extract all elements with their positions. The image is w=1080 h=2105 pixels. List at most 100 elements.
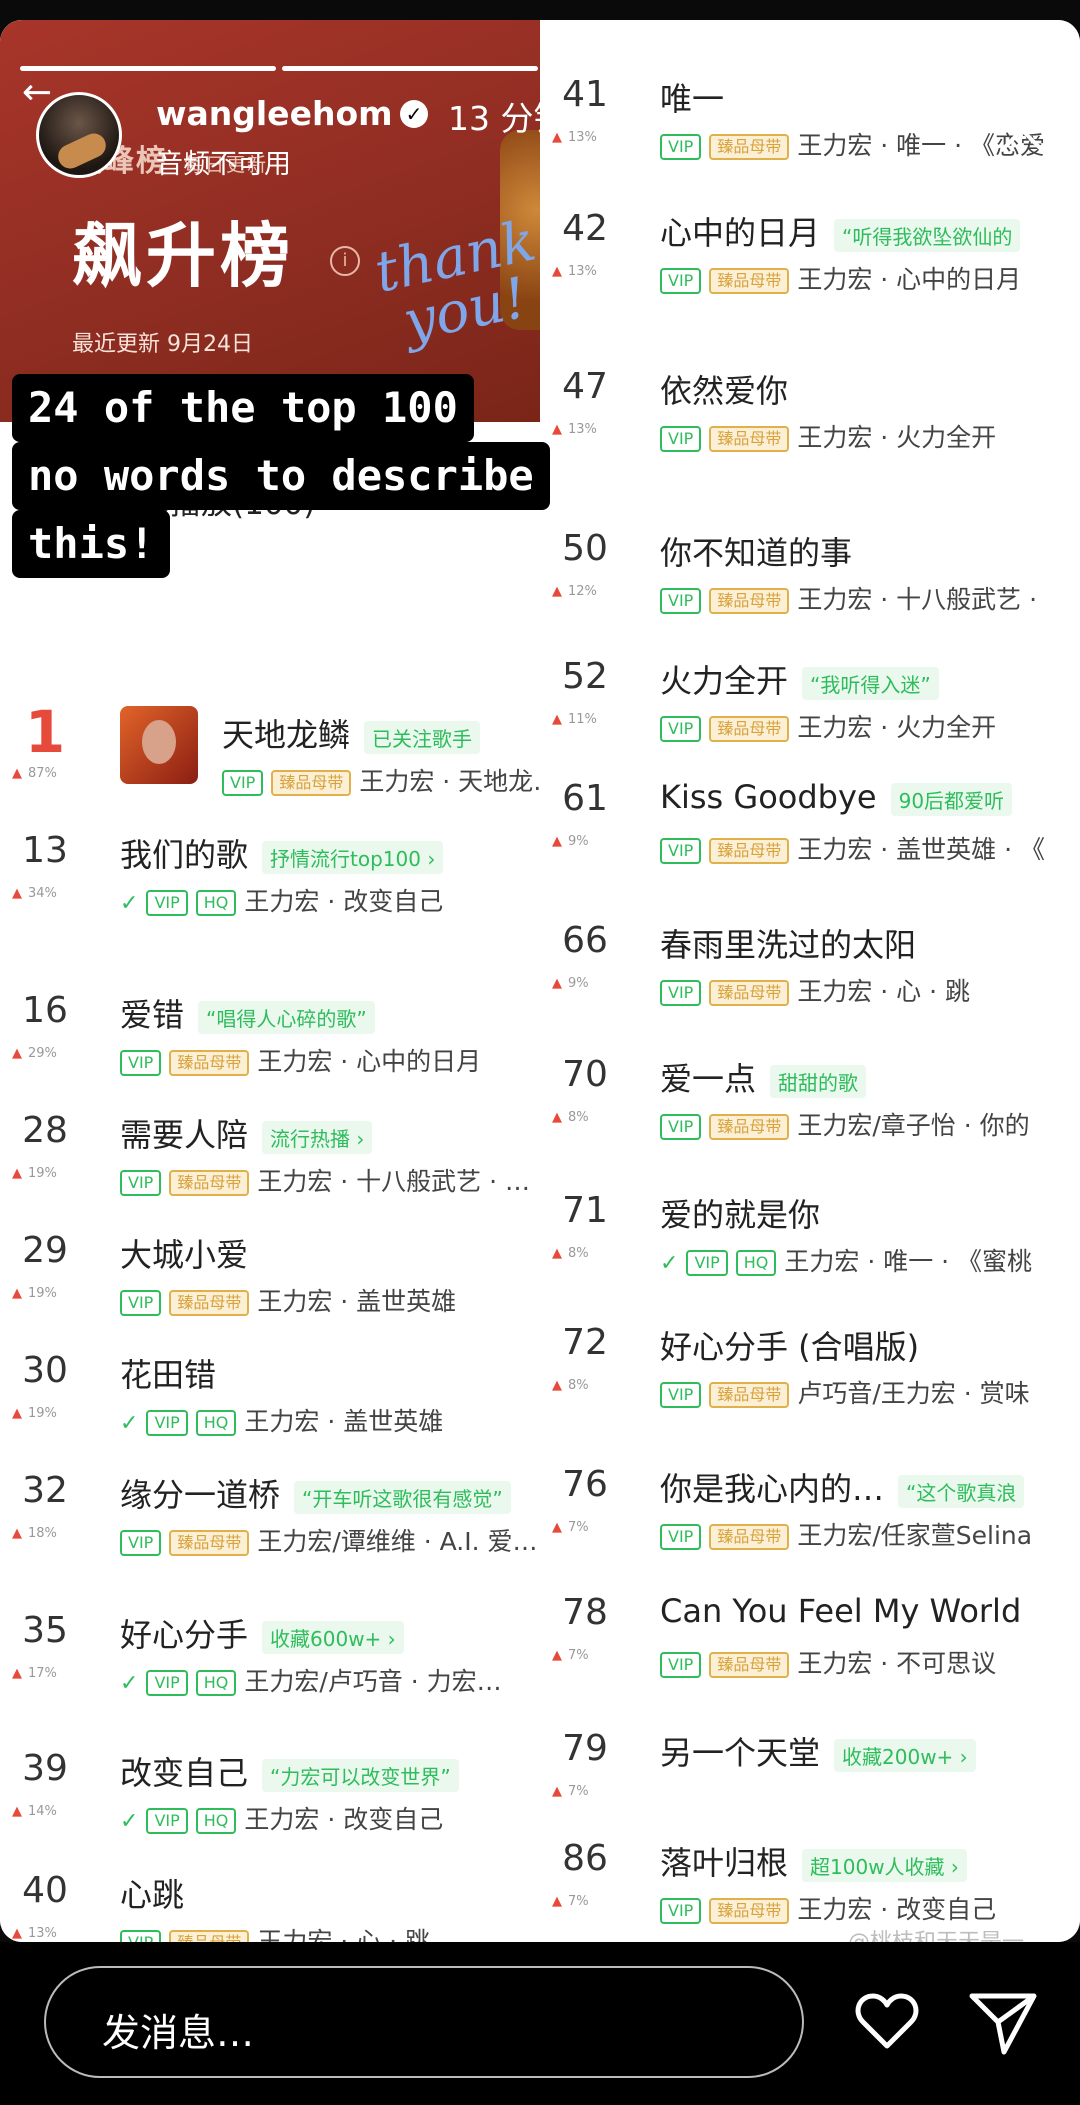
- vip-badge: VIP: [146, 1670, 188, 1696]
- song-meta: ✓ VIP HQ 王力宏 · 改变自己: [120, 1800, 443, 1836]
- song-row[interactable]: 66 ▲ 9% 春雨里洗过的太阳 VIP 臻品母带 王力宏 · 心 · 跳: [540, 910, 1080, 1020]
- song-row[interactable]: 39 ▲ 14% 改变自己 “力宏可以改变世界” ✓ VIP HQ 王力宏 · 改变自己: [0, 1738, 540, 1848]
- album-cover: [120, 706, 198, 784]
- vip-badge: VIP: [660, 716, 702, 742]
- song-row[interactable]: 32 ▲ 18% 缘分一道桥 “开车听这歌很有感觉” VIP 臻品母带 王力宏/谭维维 · A…: [0, 1460, 540, 1570]
- song-row[interactable]: 30 ▲ 19% 花田错 ✓ VIP HQ 王力宏 · 盖世英雄: [0, 1340, 540, 1450]
- song-tag: 超100w人收藏 ›: [802, 1848, 967, 1882]
- song-meta: VIP 臻品母带王力宏 · 心 · 跳: [660, 972, 970, 1008]
- rank-change: ▲ 87%: [12, 766, 57, 781]
- song-title: 花田错: [120, 1356, 217, 1394]
- hq-badge: HQ: [195, 1670, 237, 1696]
- song-row[interactable]: 50 ▲ 12% 你不知道的事 VIP 臻品母带 王力宏 · 十八般武艺 ·: [540, 518, 1080, 628]
- song-title: 我们的歌 抒情流行top100 ›: [120, 830, 444, 876]
- rank-change: ▲ 8%: [552, 1246, 589, 1261]
- master-quality-badge: 臻品母带: [169, 1170, 250, 1196]
- story-content[interactable]: 巅峰榜每日更新 飙升榜 i 最近更新 9月24日 thank you! 全部播放…: [0, 20, 1080, 1942]
- artist-album: 王力宏 · 唯一 · 《蜜桃: [784, 1247, 1033, 1276]
- more-options-icon[interactable]: •••: [888, 106, 971, 152]
- master-quality-badge: 臻品母带: [709, 1898, 790, 1924]
- song-tag: “力宏可以改变世界”: [262, 1758, 459, 1792]
- hq-badge: HQ: [735, 1250, 777, 1276]
- send-icon[interactable]: [968, 1990, 1038, 2056]
- song-row[interactable]: 13 ▲ 34% 我们的歌 抒情流行top100 › ✓ VIP HQ 王力宏 · 改变自己: [0, 820, 540, 930]
- message-input[interactable]: 发消息…: [44, 1966, 804, 2078]
- song-title: Kiss Goodbye 90后都爱听: [660, 778, 1013, 816]
- song-row[interactable]: 76 ▲ 7% 你是我心内的… “这个歌真浪 VIP 臻品母带 王力宏/任家萱Selina: [540, 1454, 1080, 1564]
- watermark: @桃枝和天天是一: [848, 1924, 1024, 1942]
- story-progress-segment: [806, 66, 1060, 71]
- post-time: 13 分钟: [448, 99, 567, 138]
- song-meta: VIP 臻品母带 王力宏 · 心中的日月: [660, 260, 1021, 296]
- song-meta: VIP 臻品母带 王力宏 · 改变自己: [660, 1890, 996, 1926]
- song-row[interactable]: 86 ▲ 7% 落叶归根 超100w人收藏 › VIP 臻品母带 王力宏 · 改变自己: [540, 1828, 1080, 1938]
- song-tag: “听得我欲坠欲仙的: [834, 218, 1021, 252]
- close-icon[interactable]: [994, 102, 1050, 158]
- master-quality-badge: 臻品母带: [709, 588, 790, 614]
- song-row[interactable]: 52 ▲ 11% 火力全开 “我听得入迷” VIP 臻品母带 王力宏 · 火力全开: [540, 646, 1080, 756]
- downloaded-check-icon: ✓: [120, 1808, 139, 1834]
- song-tag: 抒情流行top100 ›: [262, 840, 444, 874]
- song-title: 心中的日月 “听得我欲坠欲仙的: [660, 208, 1021, 254]
- song-title: 爱的就是你: [660, 1196, 821, 1234]
- song-meta: VIP 臻品母带 王力宏 · 十八般武艺 · …: [120, 1162, 530, 1198]
- song-meta: ✓ VIP HQ 王力宏/卢巧音 · 力宏…: [120, 1662, 502, 1698]
- like-heart-icon[interactable]: [855, 1992, 919, 2052]
- song-row[interactable]: 29 ▲ 19% 大城小爱 VIP 臻品母带 王力宏 · 盖世英雄: [0, 1220, 540, 1330]
- vip-badge: VIP: [146, 1410, 188, 1436]
- song-row[interactable]: 70 ▲ 8% 爱一点 甜甜的歌 VIP 臻品母带 王力宏/章子怡 · 你的: [540, 1044, 1080, 1154]
- song-row[interactable]: 28 ▲ 19% 需要人陪 流行热播 › VIP 臻品母带 王力宏 · 十八般武艺 · …: [0, 1100, 540, 1210]
- rank-number: 72: [562, 1322, 608, 1363]
- rank-number: 79: [562, 1728, 608, 1769]
- song-meta: VIP 臻品母带王力宏 · 心 · 跳: [120, 1922, 430, 1942]
- song-meta: VIP 臻品母带 王力宏 · 火力全开: [660, 418, 996, 454]
- rank-number: 39: [22, 1748, 68, 1789]
- rank-number: 30: [22, 1350, 68, 1391]
- song-row[interactable]: 1 ▲ 87% 天地龙鳞 已关注歌手 VIP 臻品母带 王力宏 · 天地龙…: [0, 698, 558, 810]
- username[interactable]: wangleehom: [156, 94, 393, 133]
- artist-album: 王力宏 · 心 · 跳: [797, 977, 971, 1006]
- song-tag: 已关注歌手: [364, 720, 481, 754]
- song-row[interactable]: 71 ▲ 8% 爱的就是你 ✓ VIP HQ 王力宏 · 唯一 · 《蜜桃: [540, 1180, 1080, 1290]
- artist-album: 卢巧音/王力宏 · 赏味: [797, 1379, 1030, 1408]
- song-meta: VIP 臻品母带 王力宏 · 不可思议: [660, 1644, 996, 1680]
- message-placeholder: 发消息…: [102, 2011, 255, 2055]
- rank-change: ▲ 14%: [12, 1804, 57, 1819]
- song-title: 另一个天堂 收藏200w+ ›: [660, 1728, 976, 1774]
- song-row[interactable]: 35 ▲ 17% 好心分手 收藏600w+ › ✓ VIP HQ 王力宏/卢巧音 · 力宏…: [0, 1600, 540, 1710]
- song-tag: “这个歌真浪: [898, 1474, 1025, 1508]
- song-row[interactable]: 47 ▲ 13% 依然爱你 VIP 臻品母带 王力宏 · 火力全开: [540, 356, 1080, 466]
- song-row[interactable]: 40 ▲13% 心跳 VIP 臻品母带王力宏 · 心 · 跳: [0, 1860, 540, 1942]
- song-row[interactable]: 72 ▲ 8% 好心分手 (合唱版) VIP 臻品母带 卢巧音/王力宏 · 赏味: [540, 1312, 1080, 1422]
- rank-number: 40: [22, 1870, 68, 1911]
- rank-change: ▲ 17%: [12, 1666, 57, 1681]
- song-row[interactable]: 42 ▲ 13% 心中的日月 “听得我欲坠欲仙的 VIP 臻品母带 王力宏 · 心中的日月: [540, 198, 1080, 308]
- song-row[interactable]: 61 ▲ 9% Kiss Goodbye 90后都爱听 VIP 臻品母带 王力宏 · 盖世英雄…: [540, 768, 1080, 878]
- song-title: 改变自己 “力宏可以改变世界”: [120, 1748, 459, 1794]
- master-quality-badge: 臻品母带: [169, 1930, 250, 1942]
- song-tag: 90后都爱听: [890, 782, 1013, 816]
- rank-number: 78: [562, 1592, 608, 1633]
- song-row[interactable]: 16 ▲ 29% 爱错 “唱得人心碎的歌” VIP 臻品母带 王力宏 · 心中的日月: [0, 980, 540, 1090]
- avatar[interactable]: [36, 92, 122, 178]
- rank-change: ▲ 19%: [12, 1406, 57, 1421]
- song-title: 你是我心内的… “这个歌真浪: [660, 1464, 1025, 1510]
- song-title: 心跳: [120, 1876, 185, 1914]
- rank-number: 16: [22, 990, 68, 1031]
- story-text-caption: 24 of the top 100 no words to describe t…: [12, 374, 550, 578]
- rank-number: 1: [24, 698, 66, 766]
- verified-badge-icon: ✓: [400, 100, 428, 128]
- artist-album: 王力宏 · 改变自己: [797, 1895, 997, 1924]
- vip-badge: VIP: [222, 770, 264, 796]
- rank-number: 86: [562, 1838, 608, 1879]
- vip-badge: VIP: [120, 1290, 162, 1316]
- song-row[interactable]: 78 ▲ 7% Can You Feel My World VIP 臻品母带 王力宏 · 不…: [540, 1582, 1080, 1692]
- song-title: 爱错 “唱得人心碎的歌”: [120, 990, 375, 1036]
- song-row[interactable]: 79 ▲ 7% 另一个天堂 收藏200w+ ›: [540, 1718, 1080, 1828]
- artist-album: 王力宏 · 火力全开: [797, 423, 997, 452]
- banner-title: 飙升榜: [72, 215, 294, 297]
- vip-badge: VIP: [146, 1808, 188, 1834]
- song-title: 缘分一道桥 “开车听这歌很有感觉”: [120, 1470, 511, 1516]
- song-title: 好心分手 收藏600w+ ›: [120, 1610, 404, 1656]
- rank-number: 28: [22, 1110, 68, 1151]
